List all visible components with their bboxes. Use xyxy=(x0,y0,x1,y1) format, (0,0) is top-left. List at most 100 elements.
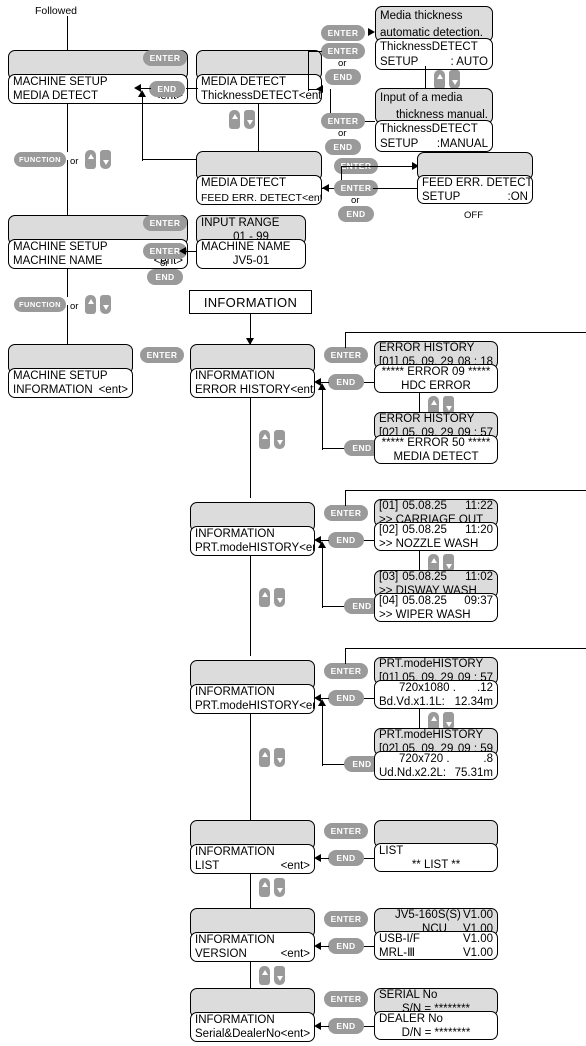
end-key-thickness-manual[interactable]: END xyxy=(325,139,361,155)
jog-keys-thickness-value[interactable] xyxy=(434,70,460,89)
arrow-left-icon xyxy=(179,247,186,255)
enter-key-prt-mode[interactable]: ENTER xyxy=(324,663,368,679)
end-key-prt-mode-1[interactable]: END xyxy=(328,690,364,706)
menu-thickness-detect[interactable]: MEDIA DETECT ThicknessDETECT<ent> xyxy=(196,50,322,104)
enter-key-machine-name[interactable]: ENTER xyxy=(143,215,187,231)
connector xyxy=(321,858,329,860)
menu-info-version[interactable]: INFORMATION VERSION <ent> xyxy=(190,908,315,962)
log-index: [01] xyxy=(379,500,399,513)
version-name: JV5-160S(S) xyxy=(395,909,461,922)
enter-key-information[interactable]: ENTER xyxy=(140,347,184,363)
log-index: [04] xyxy=(379,595,399,608)
log-time: 11:20 xyxy=(465,524,493,537)
menu-line2: MACHINE NAME xyxy=(13,255,103,268)
jog-keys-3[interactable] xyxy=(259,430,285,449)
function-key-2[interactable]: FUNCTION xyxy=(14,297,66,312)
menu-info-error-history[interactable]: INFORMATION ERROR HISTORY <ent> xyxy=(190,344,315,398)
screen-prt-log-2: [03] 05.08.25 11:02 >> DISWAY WASH [04] … xyxy=(374,570,498,622)
enter-key-thickness-auto-back[interactable]: ENTER xyxy=(321,43,365,59)
arrow-down-key-icon xyxy=(451,80,458,85)
function-key-1[interactable]: FUNCTION xyxy=(14,152,66,167)
jog-keys-5[interactable] xyxy=(259,748,285,767)
enter-key-thickness-manual[interactable]: ENTER xyxy=(321,113,365,129)
enter-key-feed-err-back[interactable]: ENTER xyxy=(334,180,378,196)
information-header-box: INFORMATION xyxy=(189,290,312,314)
connector xyxy=(322,448,346,450)
jog-keys-2[interactable] xyxy=(85,295,111,314)
menu-ent: <ent> xyxy=(301,191,321,204)
menu-ent: <ent> xyxy=(290,384,314,397)
log-time: 11:22 xyxy=(465,500,493,513)
or-label-2: or xyxy=(338,128,347,139)
menu-feed-err-detect[interactable]: MEDIA DETECT FEED ERR. DETECT<ent> xyxy=(196,151,322,205)
menu-line1: MEDIA DETECT xyxy=(201,177,286,190)
end-key-thickness-auto[interactable]: END xyxy=(325,69,361,85)
end-key-feed-err[interactable]: END xyxy=(338,206,374,222)
end-key-list[interactable]: END xyxy=(328,850,364,866)
screen-version: JV5-160S(S) V1.00 NCU V1.00 USB-I/F V1.0… xyxy=(374,908,498,960)
guide-line1: Media thickness xyxy=(380,9,463,22)
enter-key-list[interactable]: ENTER xyxy=(324,823,368,839)
log-date: 05.08.25 xyxy=(402,500,447,513)
end-key-machine-name[interactable]: END xyxy=(147,269,183,285)
jog-keys-6[interactable] xyxy=(259,878,285,897)
connector xyxy=(250,714,252,820)
menu-line2: PRT.modeHISTORY xyxy=(195,700,300,713)
menu-info-prt-history-1[interactable]: INFORMATION PRT.modeHISTORY <ent> xyxy=(190,502,315,556)
menu-line1: INFORMATION xyxy=(195,846,275,859)
connector xyxy=(364,698,374,700)
menu-info-serial[interactable]: INFORMATION Serial&DealerNo <ent> xyxy=(190,988,315,1042)
screen-field: SETUP xyxy=(422,191,461,204)
end-key-serial[interactable]: END xyxy=(328,1018,364,1034)
guide-line1: Input of a media xyxy=(380,91,463,104)
jog-keys-1[interactable] xyxy=(85,150,111,169)
screen-field: SETUP xyxy=(380,137,419,150)
enter-key-media-detect[interactable]: ENTER xyxy=(143,50,187,66)
screen-title: PRT.modeHISTORY xyxy=(379,658,484,671)
menu-line2: LIST xyxy=(195,860,220,873)
enter-key-prt-log[interactable]: ENTER xyxy=(324,505,368,521)
screen-title: INPUT RANGE xyxy=(201,217,280,230)
connector xyxy=(419,392,421,414)
menu-ent: <ent> xyxy=(98,384,128,397)
menu-line2: ThicknessDETECT xyxy=(201,90,299,103)
mode-pass: .8 xyxy=(483,753,493,766)
connector xyxy=(67,160,69,216)
screen-error-history-01: ERROR HISTORY [01] 05. 09. 29 08 : 18 **… xyxy=(374,341,498,393)
enter-key-thickness-auto[interactable]: ENTER xyxy=(321,25,365,41)
connector xyxy=(373,188,417,190)
end-key-thickness[interactable]: END xyxy=(149,81,185,97)
error-detail1: ***** ERROR 09 ***** xyxy=(381,366,491,379)
jog-keys-thickness[interactable] xyxy=(229,110,255,129)
connector xyxy=(364,858,374,860)
or-label-1: or xyxy=(338,58,347,69)
jog-keys-4[interactable] xyxy=(259,588,285,607)
screen-title2: DEALER No xyxy=(379,1013,443,1026)
menu-line1: INFORMATION xyxy=(195,1014,275,1027)
end-key-error-history-1[interactable]: END xyxy=(328,374,364,390)
or-label-5: or xyxy=(160,258,169,269)
jog-keys-7[interactable] xyxy=(259,966,285,985)
connector xyxy=(419,550,421,572)
screen-title: ERROR HISTORY xyxy=(379,413,475,426)
enter-key-error-history[interactable]: ENTER xyxy=(324,347,368,363)
arrow-down-key-icon xyxy=(276,758,283,763)
arrow-left-icon xyxy=(314,1022,321,1030)
screen-value: :ON xyxy=(507,191,528,204)
menu-info-prt-history-2[interactable]: INFORMATION PRT.modeHISTORY <ent> xyxy=(190,660,315,714)
end-key-version[interactable]: END xyxy=(328,938,364,954)
connector xyxy=(425,66,427,90)
menu-line1: INFORMATION xyxy=(195,686,275,699)
connector xyxy=(345,490,347,506)
menu-information[interactable]: MACHINE SETUP INFORMATION <ent> xyxy=(8,344,133,398)
enter-key-version[interactable]: ENTER xyxy=(324,911,368,927)
version-value: V1.00 xyxy=(462,909,493,922)
connector xyxy=(345,332,586,334)
enter-key-serial[interactable]: ENTER xyxy=(324,991,368,1007)
arrow-up-key-icon xyxy=(436,74,443,79)
connector xyxy=(341,166,413,168)
connector xyxy=(67,104,69,152)
menu-info-list[interactable]: INFORMATION LIST <ent> xyxy=(190,820,315,874)
end-key-prt-log-1[interactable]: END xyxy=(328,532,364,548)
log-event: >> NOZZLE WASH xyxy=(379,538,479,551)
